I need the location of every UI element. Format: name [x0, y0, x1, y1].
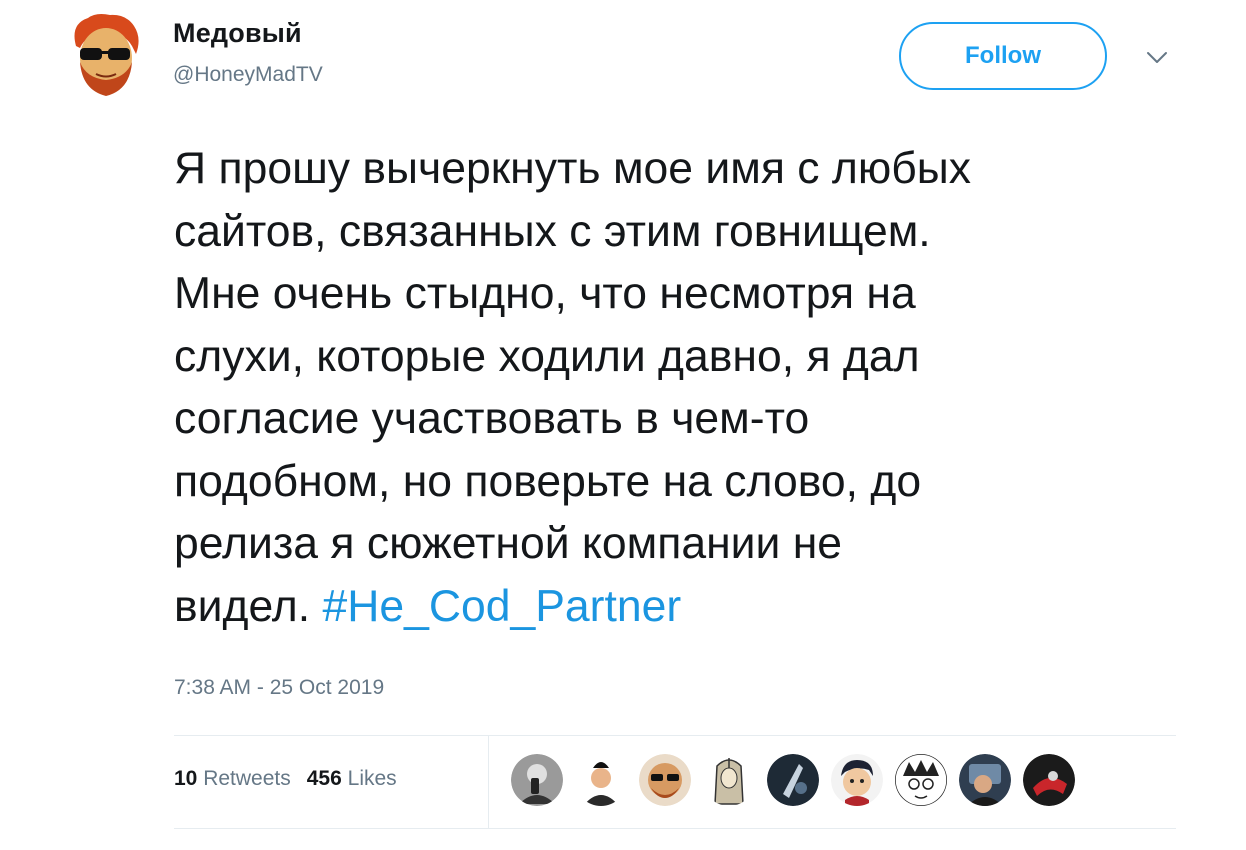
liker-avatar[interactable]	[895, 754, 947, 806]
retweets-stat[interactable]: 10 Retweets	[174, 767, 291, 790]
divider	[174, 828, 1176, 829]
liker-avatars	[511, 754, 1075, 806]
tweet-stats: 10 Retweets 456 Likes	[174, 767, 397, 791]
display-name[interactable]: Медовый	[173, 18, 302, 49]
tweet-line: подобном, но поверьте на слово, до	[174, 456, 922, 506]
liker-avatar[interactable]	[831, 754, 883, 806]
likes-label: Likes	[347, 767, 397, 790]
liker-avatar[interactable]	[767, 754, 819, 806]
follow-button[interactable]: Follow	[899, 22, 1107, 90]
divider	[488, 736, 489, 828]
liker-avatar[interactable]	[639, 754, 691, 806]
liker-avatar[interactable]	[1023, 754, 1075, 806]
likes-count: 456	[306, 767, 342, 790]
user-handle[interactable]: @HoneyMadTV	[173, 63, 323, 87]
tweet-text: Я прошу вычеркнуть мое имя с любых сайто…	[174, 138, 1194, 638]
liker-avatar[interactable]	[575, 754, 627, 806]
divider	[174, 735, 1176, 736]
hashtag-link[interactable]: #Не_Cod_Partner	[322, 582, 681, 631]
retweets-label: Retweets	[203, 767, 291, 790]
liker-avatar[interactable]	[703, 754, 755, 806]
tweet-last-words: видел.	[174, 581, 311, 631]
chevron-down-icon[interactable]	[1146, 50, 1168, 66]
tweet-line-last: видел. #Не_Cod_Partner	[174, 576, 1194, 639]
tweet-line: сайтов, связанных с этим говнищем.	[174, 206, 931, 256]
user-avatar[interactable]	[66, 12, 144, 98]
likes-stat[interactable]: 456 Likes	[307, 767, 397, 790]
tweet-timestamp[interactable]: 7:38 AM - 25 Oct 2019	[174, 676, 384, 700]
tweet-line: Я прошу вычеркнуть мое имя с любых	[174, 144, 971, 193]
tweet-line: релиза я сюжетной компании не	[174, 519, 843, 568]
retweets-count: 10	[174, 767, 198, 790]
liker-avatar[interactable]	[959, 754, 1011, 806]
tweet-line: слухи, которые ходили давно, я дал	[174, 331, 920, 381]
tweet-line: согласие участвовать в чем-то	[174, 394, 810, 443]
tweet-line: Мне очень стыдно, что несмотря на	[174, 269, 916, 318]
liker-avatar[interactable]	[511, 754, 563, 806]
